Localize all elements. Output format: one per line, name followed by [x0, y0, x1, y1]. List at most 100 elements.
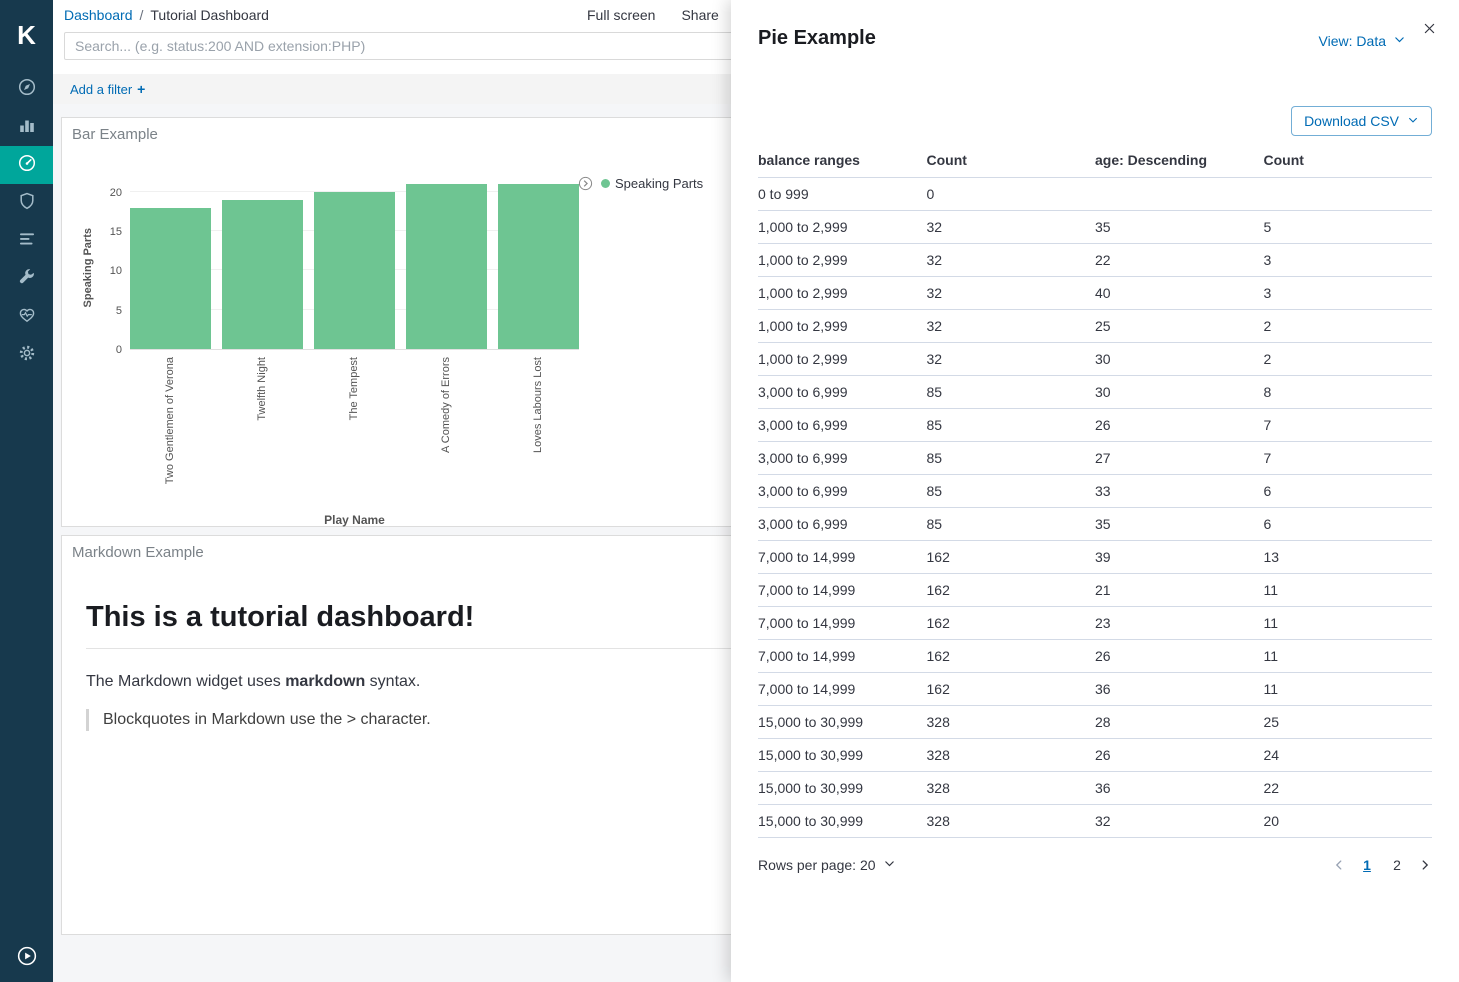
full-screen-button[interactable]: Full screen [587, 7, 655, 23]
sidebar-item-heartbeat[interactable] [0, 298, 53, 336]
bar-2[interactable] [314, 192, 395, 349]
table-cell: 11 [1264, 574, 1433, 607]
sidebar-item-bar-chart[interactable] [0, 108, 53, 146]
page-button-1[interactable]: 1 [1358, 855, 1376, 875]
shield-icon [17, 191, 37, 216]
circle-play-icon [16, 945, 38, 972]
table-cell: 26 [1095, 739, 1264, 772]
table-cell: 24 [1264, 739, 1433, 772]
sidebar-nav [0, 70, 53, 374]
table-row: 15,000 to 30,9993283622 [758, 772, 1432, 805]
table-cell: 8 [1264, 376, 1433, 409]
table-cell: 25 [1095, 310, 1264, 343]
previous-page-button[interactable] [1332, 858, 1346, 872]
wrench-icon [17, 267, 37, 292]
bar-0[interactable] [130, 208, 211, 349]
table-cell: 85 [927, 475, 1096, 508]
column-header[interactable]: Count [1264, 148, 1433, 178]
bar-chart-xlabels: Two Gentlemen of VeronaTwelfth NightThe … [130, 357, 579, 507]
column-header[interactable]: Count [927, 148, 1096, 178]
table-row: 1,000 to 2,99932403 [758, 277, 1432, 310]
y-tick-label: 5 [116, 305, 122, 317]
legend-swatch [601, 179, 610, 188]
bar-chart-plot: Two Gentlemen of VeronaTwelfth NightThe … [130, 185, 579, 527]
table-cell: 3,000 to 6,999 [758, 442, 927, 475]
table-row: 7,000 to 14,9991623611 [758, 673, 1432, 706]
table-cell: 30 [1095, 343, 1264, 376]
table-cell: 3,000 to 6,999 [758, 376, 927, 409]
table-cell: 15,000 to 30,999 [758, 706, 927, 739]
bar-3[interactable] [406, 184, 487, 349]
table-cell: 26 [1095, 409, 1264, 442]
table-cell: 162 [927, 574, 1096, 607]
panel-title-bar-example[interactable]: Bar Example [62, 118, 168, 151]
table-cell: 40 [1095, 277, 1264, 310]
close-flyout-button[interactable] [1422, 21, 1437, 41]
heartbeat-icon [17, 305, 37, 330]
table-cell: 33 [1095, 475, 1264, 508]
table-row: 15,000 to 30,9993282624 [758, 739, 1432, 772]
sidebar-item-shield[interactable] [0, 184, 53, 222]
table-cell: 7 [1264, 442, 1433, 475]
table-row: 7,000 to 14,9991622611 [758, 640, 1432, 673]
table-cell: 21 [1095, 574, 1264, 607]
download-csv-button[interactable]: Download CSV [1291, 106, 1432, 136]
table-cell: 0 [927, 178, 1096, 211]
table-cell: 27 [1095, 442, 1264, 475]
column-header[interactable]: age: Descending [1095, 148, 1264, 178]
table-footer: Rows per page: 20 12 [758, 850, 1432, 880]
view-data-toggle[interactable]: View: Data [1319, 33, 1406, 49]
legend-label[interactable]: Speaking Parts [615, 176, 703, 191]
table-cell: 328 [927, 706, 1096, 739]
share-button[interactable]: Share [681, 7, 718, 23]
table-cell: 15,000 to 30,999 [758, 772, 927, 805]
table-cell: 1,000 to 2,999 [758, 277, 927, 310]
panel-title-markdown-example[interactable]: Markdown Example [62, 536, 214, 569]
sidebar-item-timelion[interactable] [0, 222, 53, 260]
next-page-button[interactable] [1418, 858, 1432, 872]
table-cell: 328 [927, 772, 1096, 805]
bar-4[interactable] [498, 184, 579, 349]
table-cell: 32 [927, 211, 1096, 244]
sidebar: K [0, 0, 53, 982]
kibana-logo[interactable]: K [0, 0, 53, 70]
sidebar-item-compass[interactable] [0, 70, 53, 108]
table-row: 3,000 to 6,99985267 [758, 409, 1432, 442]
breadcrumb-dashboard-link[interactable]: Dashboard [64, 7, 133, 23]
gauge-icon [17, 153, 37, 178]
table-row: 7,000 to 14,9991622311 [758, 607, 1432, 640]
table-cell: 22 [1095, 244, 1264, 277]
breadcrumb-current: Tutorial Dashboard [150, 7, 269, 23]
table-row: 7,000 to 14,9991622111 [758, 574, 1432, 607]
table-cell: 15,000 to 30,999 [758, 739, 927, 772]
add-filter-link[interactable]: Add a filter [70, 82, 132, 97]
legend-toggle-icon[interactable] [578, 176, 593, 191]
compass-icon [17, 77, 37, 102]
table-cell: 39 [1095, 541, 1264, 574]
page-button-2[interactable]: 2 [1388, 855, 1406, 875]
table-cell: 20 [1264, 805, 1433, 838]
x-axis-label: Twelfth Night [256, 357, 268, 421]
bar-chart-icon [17, 115, 37, 140]
bar-chart-bars [130, 185, 579, 350]
pagination-pages: 12 [1358, 855, 1406, 875]
table-header-row: balance rangesCountage: DescendingCount [758, 148, 1432, 178]
table-cell: 6 [1264, 508, 1433, 541]
x-axis-label: A Comedy of Errors [440, 357, 452, 453]
plus-icon[interactable]: + [137, 81, 145, 97]
rows-per-page-selector[interactable]: Rows per page: 20 [758, 857, 896, 873]
sidebar-collapse-button[interactable] [16, 945, 38, 972]
table-row: 1,000 to 2,99932302 [758, 343, 1432, 376]
column-header[interactable]: balance ranges [758, 148, 927, 178]
table-row: 3,000 to 6,99985308 [758, 376, 1432, 409]
sidebar-item-gear[interactable] [0, 336, 53, 374]
y-tick-label: 10 [110, 265, 122, 277]
table-cell: 85 [927, 409, 1096, 442]
table-cell: 23 [1095, 607, 1264, 640]
table-cell: 1,000 to 2,999 [758, 310, 927, 343]
bar-1[interactable] [222, 200, 303, 349]
table-row: 15,000 to 30,9993282825 [758, 706, 1432, 739]
sidebar-item-wrench[interactable] [0, 260, 53, 298]
table-cell: 162 [927, 607, 1096, 640]
sidebar-item-gauge[interactable] [0, 146, 53, 184]
